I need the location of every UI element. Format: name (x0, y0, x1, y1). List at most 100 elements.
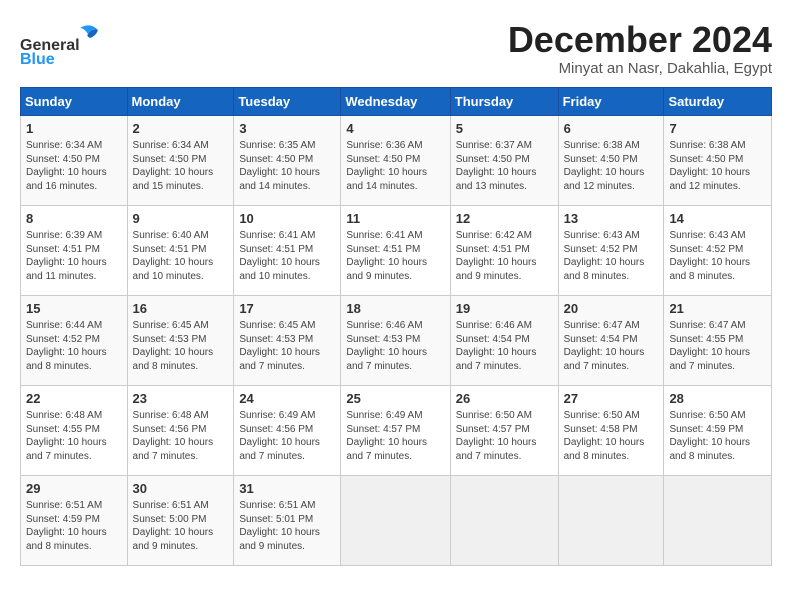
calendar-cell: 26Sunrise: 6:50 AMSunset: 4:57 PMDayligh… (450, 385, 558, 475)
day-number: 24 (239, 390, 335, 408)
calendar-cell: 31Sunrise: 6:51 AMSunset: 5:01 PMDayligh… (234, 475, 341, 565)
day-info: Sunrise: 6:45 AMSunset: 4:53 PMDaylight:… (239, 319, 335, 373)
calendar-week-row: 22Sunrise: 6:48 AMSunset: 4:55 PMDayligh… (21, 385, 772, 475)
day-info: Sunrise: 6:50 AMSunset: 4:58 PMDaylight:… (564, 409, 659, 463)
calendar-cell: 27Sunrise: 6:50 AMSunset: 4:58 PMDayligh… (558, 385, 664, 475)
calendar-cell: 8Sunrise: 6:39 AMSunset: 4:51 PMDaylight… (21, 205, 128, 295)
day-info: Sunrise: 6:49 AMSunset: 4:57 PMDaylight:… (346, 409, 444, 463)
col-thursday: Thursday (450, 87, 558, 115)
day-info: Sunrise: 6:44 AMSunset: 4:52 PMDaylight:… (26, 319, 122, 373)
day-number: 17 (239, 300, 335, 318)
col-saturday: Saturday (664, 87, 772, 115)
month-year: December 2024 (508, 20, 772, 60)
day-number: 8 (26, 210, 122, 228)
calendar-cell: 1Sunrise: 6:34 AMSunset: 4:50 PMDaylight… (21, 115, 128, 205)
calendar-cell: 21Sunrise: 6:47 AMSunset: 4:55 PMDayligh… (664, 295, 772, 385)
day-info: Sunrise: 6:40 AMSunset: 4:51 PMDaylight:… (133, 229, 229, 283)
day-info: Sunrise: 6:42 AMSunset: 4:51 PMDaylight:… (456, 229, 553, 283)
calendar-cell: 23Sunrise: 6:48 AMSunset: 4:56 PMDayligh… (127, 385, 234, 475)
day-number: 2 (133, 120, 229, 138)
calendar-cell (664, 475, 772, 565)
day-number: 7 (669, 120, 766, 138)
day-info: Sunrise: 6:37 AMSunset: 4:50 PMDaylight:… (456, 139, 553, 193)
calendar-header-row: Sunday Monday Tuesday Wednesday Thursday… (21, 87, 772, 115)
calendar-cell: 9Sunrise: 6:40 AMSunset: 4:51 PMDaylight… (127, 205, 234, 295)
calendar-cell: 13Sunrise: 6:43 AMSunset: 4:52 PMDayligh… (558, 205, 664, 295)
calendar-cell (341, 475, 450, 565)
calendar-cell: 15Sunrise: 6:44 AMSunset: 4:52 PMDayligh… (21, 295, 128, 385)
day-info: Sunrise: 6:46 AMSunset: 4:53 PMDaylight:… (346, 319, 444, 373)
calendar-cell: 25Sunrise: 6:49 AMSunset: 4:57 PMDayligh… (341, 385, 450, 475)
calendar-cell: 4Sunrise: 6:36 AMSunset: 4:50 PMDaylight… (341, 115, 450, 205)
calendar-week-row: 29Sunrise: 6:51 AMSunset: 4:59 PMDayligh… (21, 475, 772, 565)
day-number: 19 (456, 300, 553, 318)
day-number: 26 (456, 390, 553, 408)
day-info: Sunrise: 6:41 AMSunset: 4:51 PMDaylight:… (346, 229, 444, 283)
col-sunday: Sunday (21, 87, 128, 115)
day-info: Sunrise: 6:51 AMSunset: 5:01 PMDaylight:… (239, 499, 335, 553)
calendar-cell: 2Sunrise: 6:34 AMSunset: 4:50 PMDaylight… (127, 115, 234, 205)
day-info: Sunrise: 6:51 AMSunset: 5:00 PMDaylight:… (133, 499, 229, 553)
col-monday: Monday (127, 87, 234, 115)
day-info: Sunrise: 6:36 AMSunset: 4:50 PMDaylight:… (346, 139, 444, 193)
day-info: Sunrise: 6:34 AMSunset: 4:50 PMDaylight:… (26, 139, 122, 193)
calendar-cell: 14Sunrise: 6:43 AMSunset: 4:52 PMDayligh… (664, 205, 772, 295)
calendar-week-row: 15Sunrise: 6:44 AMSunset: 4:52 PMDayligh… (21, 295, 772, 385)
day-number: 5 (456, 120, 553, 138)
calendar-cell: 22Sunrise: 6:48 AMSunset: 4:55 PMDayligh… (21, 385, 128, 475)
day-info: Sunrise: 6:48 AMSunset: 4:56 PMDaylight:… (133, 409, 229, 463)
day-number: 18 (346, 300, 444, 318)
calendar-cell: 24Sunrise: 6:49 AMSunset: 4:56 PMDayligh… (234, 385, 341, 475)
day-number: 1 (26, 120, 122, 138)
col-wednesday: Wednesday (341, 87, 450, 115)
day-number: 28 (669, 390, 766, 408)
day-number: 13 (564, 210, 659, 228)
calendar-cell: 16Sunrise: 6:45 AMSunset: 4:53 PMDayligh… (127, 295, 234, 385)
day-number: 29 (26, 480, 122, 498)
calendar-cell: 11Sunrise: 6:41 AMSunset: 4:51 PMDayligh… (341, 205, 450, 295)
day-number: 21 (669, 300, 766, 318)
day-number: 20 (564, 300, 659, 318)
page-header: General Blue December 2024 Minyat an Nas… (20, 20, 772, 77)
calendar-week-row: 1Sunrise: 6:34 AMSunset: 4:50 PMDaylight… (21, 115, 772, 205)
svg-text:Blue: Blue (20, 51, 55, 65)
day-number: 31 (239, 480, 335, 498)
calendar-cell (450, 475, 558, 565)
calendar-cell: 18Sunrise: 6:46 AMSunset: 4:53 PMDayligh… (341, 295, 450, 385)
calendar-cell: 12Sunrise: 6:42 AMSunset: 4:51 PMDayligh… (450, 205, 558, 295)
logo-svg: General Blue (20, 20, 120, 65)
calendar-cell: 6Sunrise: 6:38 AMSunset: 4:50 PMDaylight… (558, 115, 664, 205)
day-number: 25 (346, 390, 444, 408)
col-friday: Friday (558, 87, 664, 115)
day-info: Sunrise: 6:50 AMSunset: 4:59 PMDaylight:… (669, 409, 766, 463)
calendar-cell: 28Sunrise: 6:50 AMSunset: 4:59 PMDayligh… (664, 385, 772, 475)
calendar-cell: 3Sunrise: 6:35 AMSunset: 4:50 PMDaylight… (234, 115, 341, 205)
day-number: 23 (133, 390, 229, 408)
day-number: 12 (456, 210, 553, 228)
day-info: Sunrise: 6:49 AMSunset: 4:56 PMDaylight:… (239, 409, 335, 463)
calendar-cell: 30Sunrise: 6:51 AMSunset: 5:00 PMDayligh… (127, 475, 234, 565)
day-number: 16 (133, 300, 229, 318)
day-number: 15 (26, 300, 122, 318)
calendar-cell (558, 475, 664, 565)
day-info: Sunrise: 6:47 AMSunset: 4:55 PMDaylight:… (669, 319, 766, 373)
day-number: 9 (133, 210, 229, 228)
title-block: December 2024 Minyat an Nasr, Dakahlia, … (508, 20, 772, 77)
calendar-week-row: 8Sunrise: 6:39 AMSunset: 4:51 PMDaylight… (21, 205, 772, 295)
day-info: Sunrise: 6:41 AMSunset: 4:51 PMDaylight:… (239, 229, 335, 283)
day-info: Sunrise: 6:35 AMSunset: 4:50 PMDaylight:… (239, 139, 335, 193)
location: Minyat an Nasr, Dakahlia, Egypt (508, 60, 772, 77)
day-info: Sunrise: 6:43 AMSunset: 4:52 PMDaylight:… (669, 229, 766, 283)
day-number: 3 (239, 120, 335, 138)
day-number: 4 (346, 120, 444, 138)
calendar-cell: 10Sunrise: 6:41 AMSunset: 4:51 PMDayligh… (234, 205, 341, 295)
day-number: 30 (133, 480, 229, 498)
day-info: Sunrise: 6:43 AMSunset: 4:52 PMDaylight:… (564, 229, 659, 283)
calendar-cell: 7Sunrise: 6:38 AMSunset: 4:50 PMDaylight… (664, 115, 772, 205)
day-info: Sunrise: 6:50 AMSunset: 4:57 PMDaylight:… (456, 409, 553, 463)
logo: General Blue (20, 20, 120, 65)
calendar-cell: 17Sunrise: 6:45 AMSunset: 4:53 PMDayligh… (234, 295, 341, 385)
day-info: Sunrise: 6:34 AMSunset: 4:50 PMDaylight:… (133, 139, 229, 193)
day-info: Sunrise: 6:39 AMSunset: 4:51 PMDaylight:… (26, 229, 122, 283)
day-number: 10 (239, 210, 335, 228)
